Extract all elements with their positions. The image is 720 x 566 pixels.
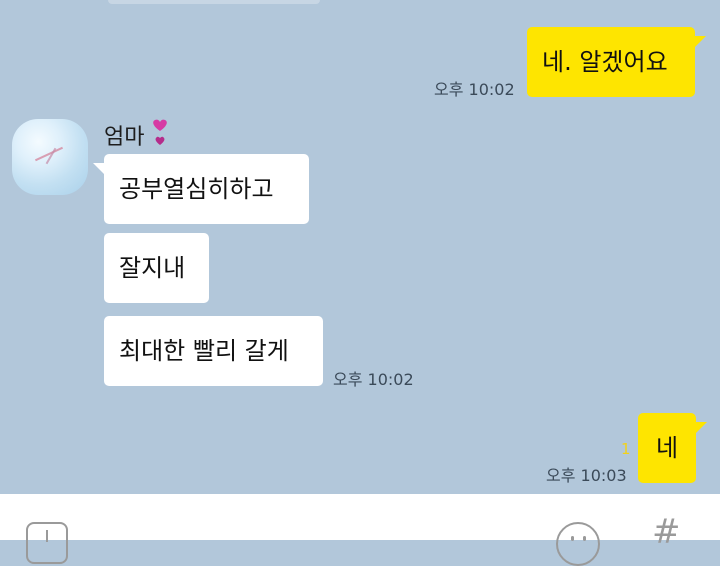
message-time: 오후 10:03 (546, 466, 627, 485)
bubble-tail (695, 422, 707, 434)
message-text: 공부열심히하고 (119, 175, 274, 203)
unread-count: 1 (621, 440, 631, 458)
message-text: 네 (655, 434, 679, 462)
bubble-tail (694, 36, 706, 48)
message-time: 오후 10:02 (333, 370, 414, 389)
bubble-tail (93, 163, 105, 175)
input-bar (0, 494, 720, 540)
received-message-bubble[interactable]: 잘지내 (104, 233, 209, 303)
chat-area[interactable]: 네. 알겠어요 오후 10:02 엄마 공부열심히하고 잘지내 최대한 빨리 갈… (0, 0, 720, 494)
hash-button[interactable]: # (652, 515, 681, 549)
emoji-icon[interactable] (556, 522, 600, 566)
message-text: 네. 알겠어요 (542, 48, 668, 76)
plus-icon[interactable] (26, 522, 68, 564)
my-message-bubble[interactable]: 네 (638, 413, 696, 483)
sender-avatar[interactable] (12, 119, 88, 195)
received-message-bubble[interactable]: 최대한 빨리 갈게 (104, 316, 323, 386)
sender-name: 엄마 (104, 125, 145, 150)
received-message-bubble[interactable]: 공부열심히하고 (104, 154, 309, 224)
heart-emoji-icon (148, 118, 172, 152)
message-text: 최대한 빨리 갈게 (119, 337, 289, 365)
my-message-bubble[interactable]: 네. 알겠어요 (527, 27, 695, 97)
message-time: 오후 10:02 (434, 80, 515, 99)
sender-name-row: 엄마 (104, 118, 172, 152)
message-text: 잘지내 (119, 254, 186, 282)
previous-message-bubble (108, 0, 320, 4)
